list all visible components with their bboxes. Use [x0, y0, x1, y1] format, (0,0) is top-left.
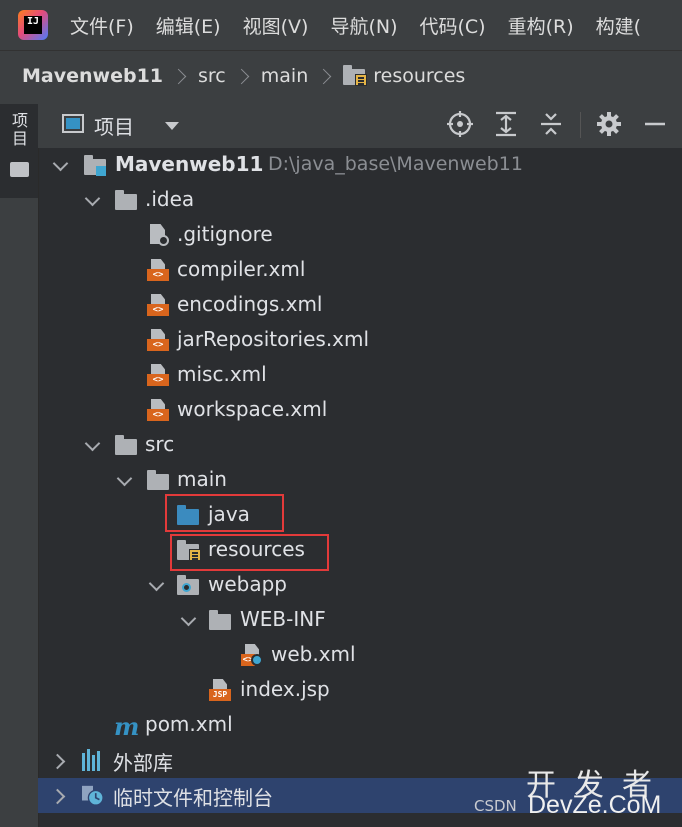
tree-label-gitignore: .gitignore: [177, 222, 273, 246]
chevron-right-icon[interactable]: [49, 753, 66, 770]
xml-file-icon: <>: [147, 399, 169, 421]
project-tool-header: [38, 100, 682, 148]
chevron-down-icon[interactable]: [84, 435, 101, 452]
project-view-title[interactable]: 项目: [94, 111, 134, 140]
tree-label-external-libraries: 外部库: [113, 751, 173, 775]
tree-label-main: main: [177, 467, 227, 491]
chevron-right-icon: [170, 68, 187, 84]
highlight-box-java: [165, 494, 284, 532]
project-stripe-label[interactable]: 项目: [12, 112, 28, 148]
tree-label-scratches: 临时文件和控制台: [113, 786, 273, 810]
chevron-right-icon: [233, 68, 250, 84]
tree-row-webapp[interactable]: webapp: [38, 568, 682, 603]
highlight-box-resources: [170, 534, 329, 571]
tree-row-root[interactable]: Mavenweb11 D:\java_base\Mavenweb11: [38, 148, 682, 183]
breadcrumb-resources[interactable]: resources: [373, 65, 465, 87]
tool-window-stripe: [0, 100, 39, 827]
maven-icon: m: [114, 712, 140, 741]
tree-row-jar-repositories[interactable]: <> jarRepositories.xml: [38, 323, 682, 358]
folder-icon: [115, 189, 137, 211]
folder-icon: [147, 469, 169, 491]
chevron-down-icon[interactable]: [165, 122, 179, 130]
menu-code[interactable]: 代码(C): [419, 12, 485, 39]
collapse-all-icon[interactable]: [537, 110, 565, 138]
hide-icon[interactable]: [641, 110, 669, 138]
root-path: D:\java_base\Mavenweb11: [268, 153, 523, 175]
tree-label-encodings: encodings.xml: [177, 292, 323, 316]
folder-icon: [209, 609, 231, 631]
scratches-icon: [82, 785, 104, 806]
chevron-down-icon[interactable]: [148, 575, 165, 592]
tree-label-webapp: webapp: [208, 572, 288, 596]
menu-navigate[interactable]: 导航(N): [330, 12, 397, 39]
jsp-file-icon: JSP: [209, 679, 231, 701]
xml-file-icon: <>: [147, 329, 169, 351]
locate-icon[interactable]: [446, 110, 474, 138]
xml-file-icon: <>: [147, 294, 169, 316]
tree-label-compiler: compiler.xml: [177, 257, 306, 281]
project-view-icon: [62, 114, 84, 133]
tree-row-main[interactable]: main: [38, 463, 682, 498]
tree-label-jar-repositories: jarRepositories.xml: [177, 327, 370, 351]
ignore-file-icon: [147, 224, 169, 246]
tree-row-src[interactable]: src: [38, 428, 682, 463]
module-folder-icon: [84, 154, 106, 176]
tree-row-gitignore[interactable]: .gitignore: [38, 218, 682, 253]
chevron-down-icon[interactable]: [180, 610, 197, 627]
tree-label-pom: pom.xml: [145, 712, 233, 736]
menu-refactor[interactable]: 重构(R): [508, 12, 574, 39]
tree-label-index-jsp: index.jsp: [240, 677, 330, 701]
tree-label-web-inf: WEB-INF: [240, 607, 326, 631]
tree-row-encodings[interactable]: <> encodings.xml: [38, 288, 682, 323]
menu-file[interactable]: 文件(F): [70, 12, 134, 39]
chevron-right-icon: [315, 68, 332, 84]
intellij-logo-icon[interactable]: IJ: [18, 10, 48, 40]
tree-label-src: src: [145, 432, 175, 456]
xml-file-icon: <>: [147, 259, 169, 281]
tree-label-idea: .idea: [145, 187, 195, 211]
tree-row-java[interactable]: java: [38, 498, 682, 533]
tree-row-idea[interactable]: .idea: [38, 183, 682, 218]
tree-row-resources[interactable]: resources: [38, 533, 682, 568]
expand-all-icon[interactable]: [492, 110, 520, 138]
tree-label-web-xml: web.xml: [271, 642, 356, 666]
tree-label-misc: misc.xml: [177, 362, 267, 386]
tree-row-pom[interactable]: m pom.xml: [38, 708, 682, 743]
web-folder-icon: [177, 574, 199, 596]
tree-row-workspace[interactable]: <> workspace.xml: [38, 393, 682, 428]
menu-build[interactable]: 构建(: [596, 12, 641, 39]
tree-row-compiler[interactable]: <> compiler.xml: [38, 253, 682, 288]
tree-row-index-jsp[interactable]: JSP index.jsp: [38, 673, 682, 708]
chevron-right-icon[interactable]: [49, 788, 66, 805]
tree-row-web-xml[interactable]: <> web.xml: [38, 638, 682, 673]
web-xml-file-icon: <>: [241, 644, 263, 666]
menu-edit[interactable]: 编辑(E): [156, 12, 221, 39]
breadcrumb-project[interactable]: Mavenweb11: [22, 65, 163, 87]
breadcrumb-src[interactable]: src: [198, 65, 226, 87]
tree-row-web-inf[interactable]: WEB-INF: [38, 603, 682, 638]
menu-bar: IJ 文件(F) 编辑(E) 视图(V) 导航(N) 代码(C) 重构(R) 构…: [0, 0, 682, 50]
tree-row-misc[interactable]: <> misc.xml: [38, 358, 682, 393]
watermark-csdn: CSDN: [474, 797, 517, 815]
settings-icon[interactable]: [595, 110, 623, 138]
breadcrumb: Mavenweb11 src main resources: [0, 50, 682, 101]
tree-label-root: Mavenweb11: [115, 152, 264, 176]
chevron-down-icon[interactable]: [116, 470, 133, 487]
folder-icon[interactable]: [10, 162, 29, 177]
chevron-down-icon[interactable]: [84, 190, 101, 207]
tree-label-workspace: workspace.xml: [177, 397, 328, 421]
resources-folder-icon: [343, 64, 368, 88]
xml-file-icon: <>: [147, 364, 169, 386]
breadcrumb-main[interactable]: main: [261, 65, 308, 87]
menu-view[interactable]: 视图(V): [243, 12, 309, 39]
folder-icon: [115, 434, 137, 456]
chevron-down-icon[interactable]: [52, 155, 69, 172]
watermark-site: DevZe.CoM: [528, 791, 662, 819]
library-icon: [82, 749, 104, 771]
toolbar-divider: [580, 112, 581, 138]
